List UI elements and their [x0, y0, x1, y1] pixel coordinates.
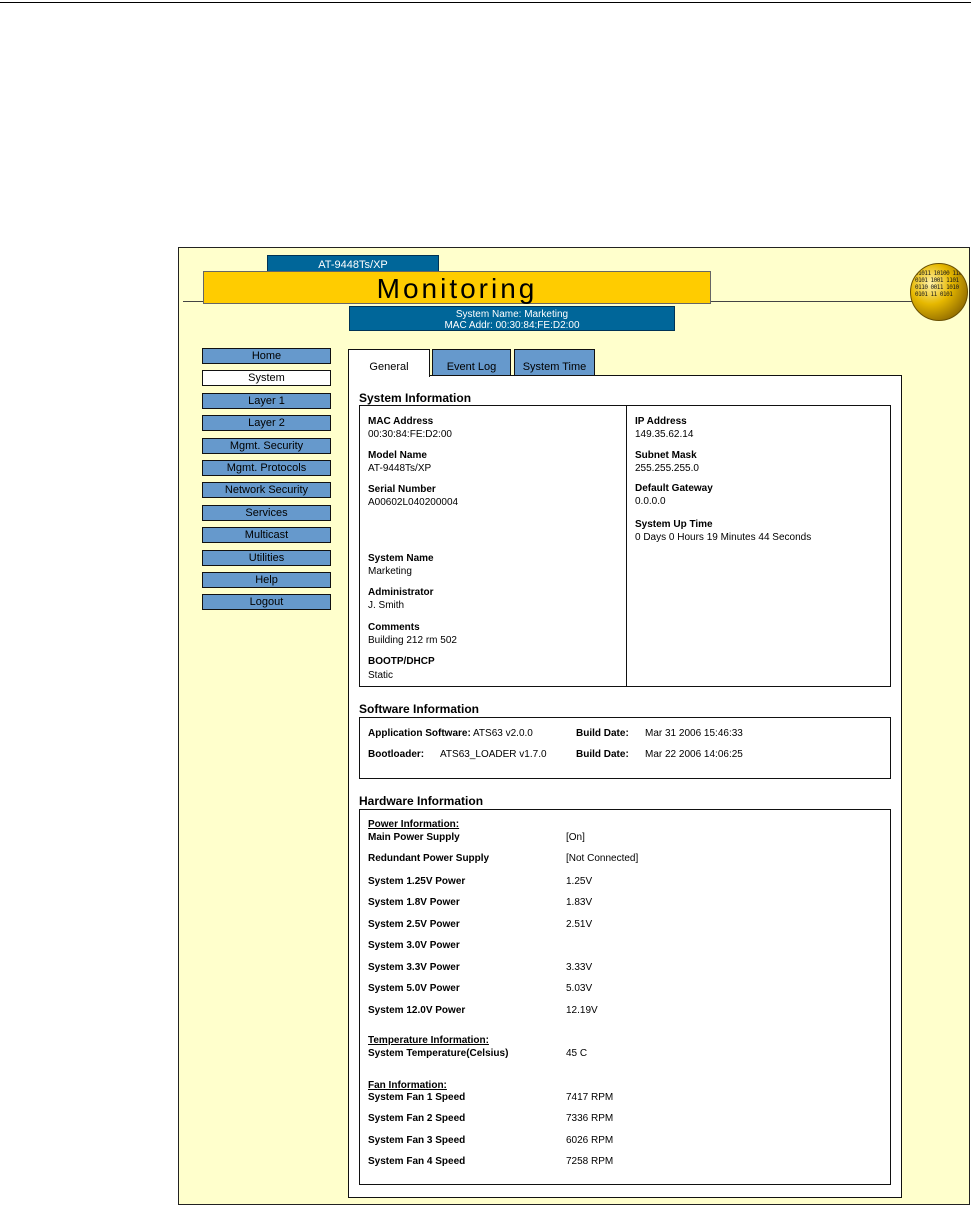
power-row-value: [On] — [566, 832, 585, 843]
comments-label: Comments — [368, 622, 420, 633]
tab-system-time[interactable]: System Time — [514, 349, 595, 375]
temperature-information-heading: Temperature Information: — [368, 1035, 489, 1046]
fan-information-heading: Fan Information: — [368, 1080, 447, 1091]
monitoring-window: AT-9448Ts/XP Monitoring 01011 10100 110 … — [178, 247, 970, 1205]
system-information-title: System Information — [359, 391, 472, 405]
mac-address-label: MAC Address — [368, 416, 434, 427]
nav-multicast-button[interactable]: Multicast — [202, 527, 331, 544]
system-temperature-label: System Temperature(Celsius) — [368, 1048, 509, 1059]
bootloader-label: Bootloader: — [368, 749, 425, 760]
model-name-value: AT-9448Ts/XP — [368, 463, 432, 474]
system-information-box: MAC Address 00:30:84:FE:D2:00 Model Name… — [359, 405, 891, 687]
power-row-value: 3.33V — [566, 962, 593, 973]
fan-row-value: 6026 RPM — [566, 1135, 614, 1146]
boot-build-date-value: Mar 22 2006 14:06:25 — [645, 749, 743, 760]
ip-address-label: IP Address — [635, 416, 687, 427]
software-information-title: Software Information — [359, 702, 480, 716]
power-row-label: System 12.0V Power — [368, 1005, 466, 1016]
bootloader-value: ATS63_LOADER v1.7.0 — [440, 749, 547, 760]
nav-logout-button[interactable]: Logout — [202, 594, 331, 611]
fan-row-label: System Fan 4 Speed — [368, 1156, 466, 1167]
comments-value: Building 212 rm 502 — [368, 635, 457, 646]
general-tab-panel: System Information MAC Address 00:30:84:… — [348, 375, 902, 1198]
application-software-value: ATS63 v2.0.0 — [473, 728, 533, 739]
nav-network-security-button[interactable]: Network Security — [202, 482, 331, 499]
page-top-rule — [0, 2, 971, 3]
default-gateway-label: Default Gateway — [635, 483, 713, 494]
administrator-label: Administrator — [368, 587, 434, 598]
page-title: Monitoring — [203, 271, 711, 304]
power-row-value: 2.51V — [566, 919, 593, 930]
power-row-label: Redundant Power Supply — [368, 853, 490, 864]
allied-telesis-globe-logo: 01011 10100 110 0101 1001 1101 0110 0011… — [910, 263, 968, 321]
nav-mgmt-security-button[interactable]: Mgmt. Security — [202, 437, 331, 454]
system-temperature-value: 45 C — [566, 1048, 588, 1059]
mac-address-line: MAC Addr: 00:30:84:FE:D2:00 — [444, 320, 580, 331]
system-info-bar: System Name: Marketing MAC Addr: 00:30:8… — [349, 306, 675, 331]
nav-help-button[interactable]: Help — [202, 571, 331, 588]
system-info-divider — [626, 406, 627, 686]
fan-row-label: System Fan 1 Speed — [368, 1092, 466, 1103]
tab-general[interactable]: General — [348, 349, 430, 377]
hardware-information-title: Hardware Information — [359, 794, 484, 808]
nav-layer2-button[interactable]: Layer 2 — [202, 415, 331, 432]
hardware-information-box: Power Information: Main Power Supply [On… — [359, 809, 891, 1185]
system-name-label: System Name — [368, 553, 434, 564]
power-row-value: 5.03V — [566, 983, 593, 994]
bootp-dhcp-value: Static — [368, 670, 394, 681]
system-up-time-value: 0 Days 0 Hours 19 Minutes 44 Seconds — [635, 532, 812, 543]
nav-layer1-button[interactable]: Layer 1 — [202, 392, 331, 409]
subnet-mask-value: 255.255.255.0 — [635, 463, 699, 474]
boot-build-date-label: Build Date: — [576, 749, 629, 760]
mac-address-value: 00:30:84:FE:D2:00 — [368, 429, 452, 440]
serial-number-value: A00602L040200004 — [368, 497, 459, 508]
app-build-date-label: Build Date: — [576, 728, 629, 739]
fan-row-label: System Fan 2 Speed — [368, 1113, 466, 1124]
power-row-value: 1.25V — [566, 876, 593, 887]
model-name-label: Model Name — [368, 450, 427, 461]
serial-number-label: Serial Number — [368, 484, 436, 495]
system-name-line: System Name: Marketing — [455, 309, 569, 320]
system-up-time-label: System Up Time — [635, 519, 713, 530]
power-row-label: System 2.5V Power — [368, 919, 460, 930]
fan-row-value: 7336 RPM — [566, 1113, 614, 1124]
subnet-mask-label: Subnet Mask — [635, 450, 697, 461]
fan-row-value: 7417 RPM — [566, 1092, 614, 1103]
software-information-box: Application Software: ATS63 v2.0.0 Build… — [359, 717, 891, 779]
administrator-value: J. Smith — [368, 600, 405, 611]
power-row-value: [Not Connected] — [566, 853, 639, 864]
nav-mgmt-protocols-button[interactable]: Mgmt. Protocols — [202, 459, 331, 476]
power-row-value: 12.19V — [566, 1005, 598, 1016]
application-software-label: Application Software: — [368, 728, 471, 739]
nav-home-button[interactable]: Home — [202, 348, 331, 364]
nav-services-button[interactable]: Services — [202, 504, 331, 521]
globe-binary-pattern: 01011 10100 110 0101 1001 1101 0110 0011… — [915, 270, 962, 298]
fan-row-value: 7258 RPM — [566, 1156, 614, 1167]
default-gateway-value: 0.0.0.0 — [635, 496, 666, 507]
bootp-dhcp-label: BOOTP/DHCP — [368, 656, 435, 667]
app-build-date-value: Mar 31 2006 15:46:33 — [645, 728, 743, 739]
sidebar-nav: Home System Layer 1 Layer 2 Mgmt. Securi… — [202, 348, 332, 617]
power-row-value: 1.83V — [566, 897, 593, 908]
power-row-label: System 3.3V Power — [368, 962, 460, 973]
fan-row-label: System Fan 3 Speed — [368, 1135, 466, 1146]
power-row-label: System 1.8V Power — [368, 897, 460, 908]
power-information-heading: Power Information: — [368, 819, 460, 830]
tab-event-log[interactable]: Event Log — [432, 349, 511, 375]
nav-system-button[interactable]: System — [202, 370, 331, 387]
power-row-label: Main Power Supply — [368, 832, 460, 843]
power-row-label: System 3.0V Power — [368, 940, 460, 951]
ip-address-value: 149.35.62.14 — [635, 429, 694, 440]
power-row-label: System 1.25V Power — [368, 876, 466, 887]
power-row-label: System 5.0V Power — [368, 983, 460, 994]
nav-utilities-button[interactable]: Utilities — [202, 549, 331, 566]
system-name-value: Marketing — [368, 566, 412, 577]
